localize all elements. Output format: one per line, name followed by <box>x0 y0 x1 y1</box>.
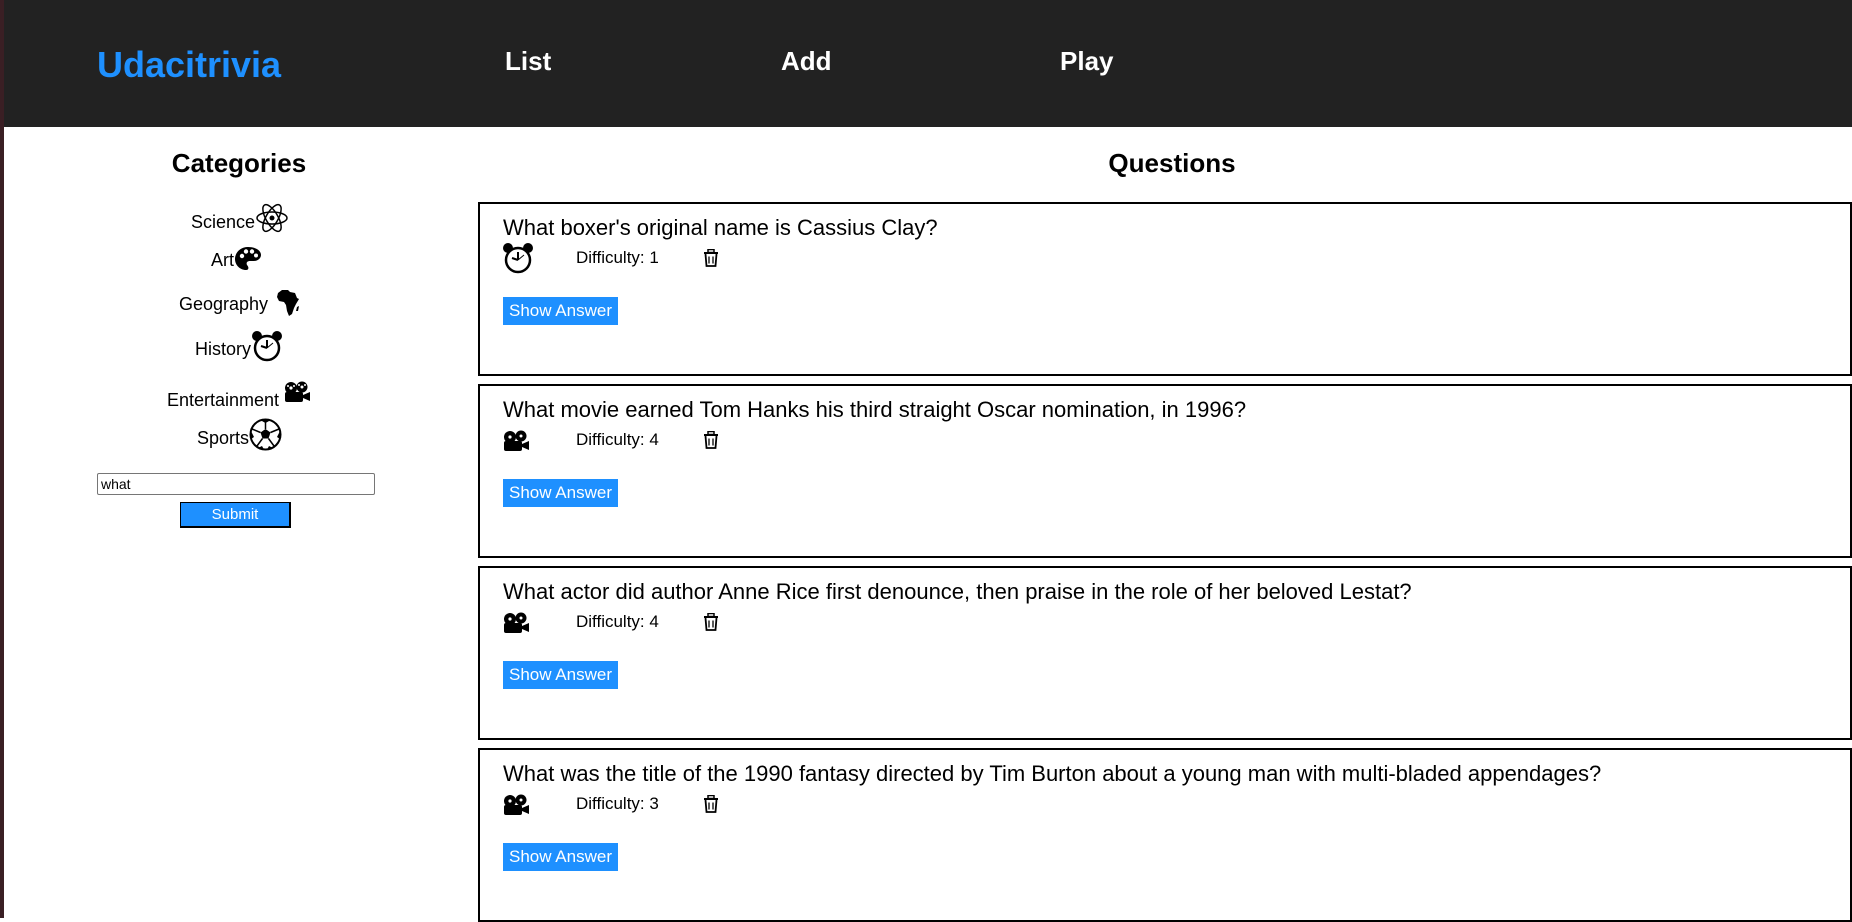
nav-list-link[interactable]: List <box>505 46 551 77</box>
film-camera-icon <box>283 381 311 403</box>
film-camera-icon <box>502 612 530 639</box>
question-card: What actor did author Anne Rice first de… <box>478 566 1852 740</box>
palette-icon <box>234 245 262 273</box>
soccer-ball-icon <box>249 418 282 451</box>
search-submit-button[interactable]: Submit <box>180 502 291 528</box>
trash-icon[interactable] <box>703 612 719 636</box>
alarm-clock-icon <box>502 242 534 279</box>
top-navbar: Udacitrivia List Add Play <box>4 0 1852 127</box>
questions-title: Questions <box>1108 148 1236 178</box>
question-text: What actor did author Anne Rice first de… <box>503 579 1412 604</box>
question-card: What was the title of the 1990 fantasy d… <box>478 748 1852 922</box>
category-label: Sports <box>197 428 250 448</box>
search-input[interactable] <box>97 473 375 495</box>
film-camera-icon <box>502 794 530 821</box>
category-entertainment[interactable]: Entertainment <box>167 381 311 413</box>
question-text: What movie earned Tom Hanks his third st… <box>503 397 1247 422</box>
trash-icon[interactable] <box>703 430 719 454</box>
nav-add-link[interactable]: Add <box>781 46 832 77</box>
categories-sidebar: Categories Science Art Geography History… <box>4 127 474 918</box>
atom-icon <box>255 201 289 235</box>
category-history[interactable]: History <box>195 330 283 362</box>
show-answer-button[interactable]: Show Answer <box>503 297 618 325</box>
question-text: What was the title of the 1990 fantasy d… <box>503 761 1602 786</box>
category-label: Entertainment <box>167 390 280 410</box>
trash-icon[interactable] <box>703 248 719 272</box>
alarm-clock-icon <box>251 330 283 362</box>
question-card: What boxer's original name is Cassius Cl… <box>478 202 1852 376</box>
difficulty-label: Difficulty: 1 <box>576 248 659 267</box>
questions-panel: Questions What boxer's original name is … <box>474 127 1852 922</box>
category-sports[interactable]: Sports <box>197 418 282 451</box>
difficulty-label: Difficulty: 3 <box>576 794 659 813</box>
question-text: What boxer's original name is Cassius Cl… <box>503 215 938 240</box>
show-answer-button[interactable]: Show Answer <box>503 661 618 689</box>
film-camera-icon <box>502 430 530 457</box>
show-answer-button[interactable]: Show Answer <box>503 479 618 507</box>
difficulty-label: Difficulty: 4 <box>576 612 659 631</box>
difficulty-label: Difficulty: 4 <box>576 430 659 449</box>
category-label: History <box>195 339 252 359</box>
category-art[interactable]: Art <box>211 245 262 273</box>
show-answer-button[interactable]: Show Answer <box>503 843 618 871</box>
category-science[interactable]: Science <box>191 201 289 235</box>
trash-icon[interactable] <box>703 794 719 818</box>
question-card: What movie earned Tom Hanks his third st… <box>478 384 1852 558</box>
nav-play-link[interactable]: Play <box>1060 46 1114 77</box>
categories-title: Categories <box>171 148 307 178</box>
app-window: Udacitrivia List Add Play Categories Sci… <box>0 0 1852 922</box>
app-logo[interactable]: Udacitrivia <box>97 44 281 86</box>
category-label: Geography <box>179 294 269 314</box>
category-geography[interactable]: Geography <box>179 289 300 317</box>
category-label: Art <box>211 250 235 270</box>
category-label: Science <box>191 212 256 232</box>
africa-map-icon <box>276 289 300 317</box>
